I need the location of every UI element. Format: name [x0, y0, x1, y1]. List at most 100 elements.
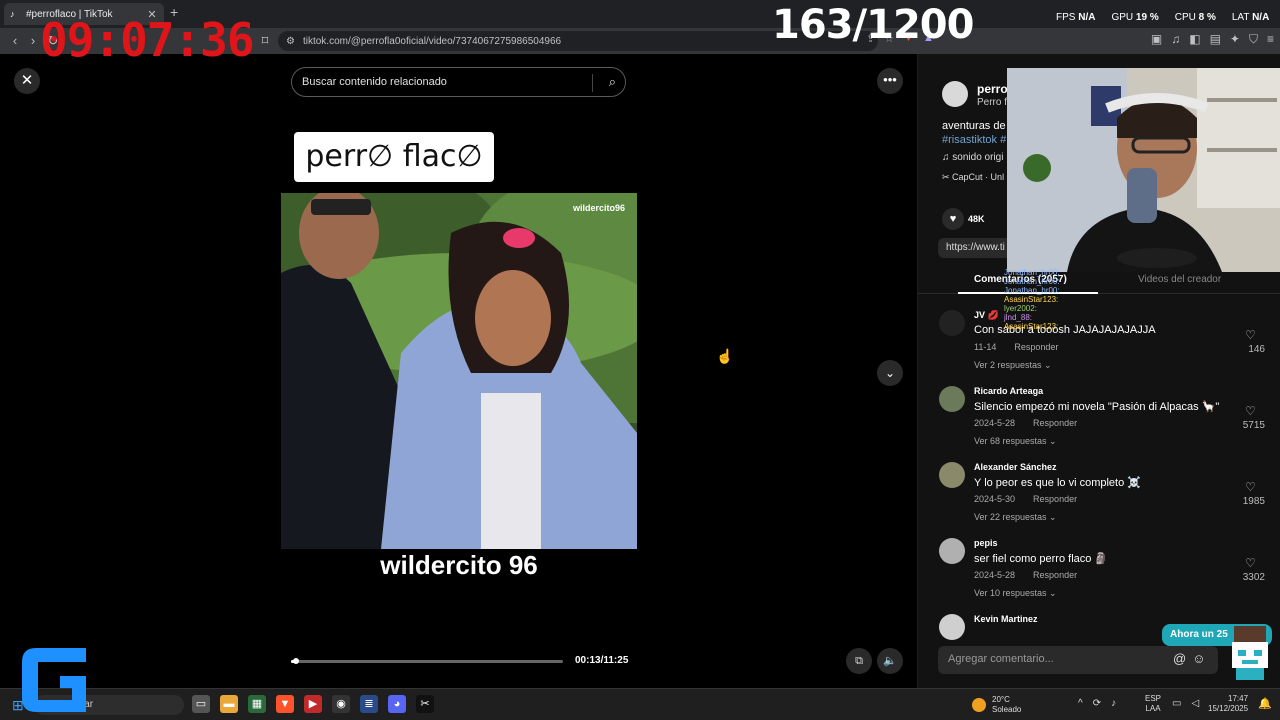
windows-taskbar: ⊞ Buscar ▭ ▬ ▦ ▼ ▶ ◉ ≣ ◕ ✂ 20°C Soleado … [0, 688, 1280, 720]
volume-button[interactable]: 🔈 [877, 648, 903, 674]
capcut-info[interactable]: ✂ CapCut · Unl [942, 172, 1004, 183]
comment-like-icon[interactable]: ♡ [1245, 480, 1256, 494]
author-subtitle: Perro fl [977, 97, 1010, 108]
commenter-avatar[interactable] [939, 538, 965, 564]
mouse-cursor-icon: ☝ [716, 348, 734, 364]
brave-browser-icon[interactable]: ▼ [276, 695, 294, 713]
sidebar-icon[interactable]: ◧ [1189, 32, 1200, 47]
like-action[interactable]: ♥ 48K [942, 208, 985, 230]
comment-meta: 2024-5-30 Responder [974, 494, 1095, 504]
sound-info[interactable]: ♫ sonido origi [942, 152, 1003, 163]
comment-text: Silencio empezó mi novela "Pasión di Alp… [974, 401, 1220, 413]
back-icon[interactable]: ‹ [6, 32, 24, 50]
cpu-stat: CPU 8 % [1174, 12, 1216, 23]
url-text: tiktok.com/@perrofla0oficial/video/73740… [302, 35, 562, 47]
notepad-icon[interactable]: ≣ [360, 695, 378, 713]
video-player[interactable]: Buscar contenido relacionado ⌕ perr∅ fla… [281, 54, 637, 688]
network-icon[interactable]: ▭ [1172, 698, 1181, 709]
video-app-icon[interactable]: ▶ [304, 695, 322, 713]
task-view-icon[interactable]: ▭ [192, 695, 210, 713]
commenter-name[interactable]: Kevin Martinez [974, 614, 1038, 624]
search-icon[interactable]: ⌕ [609, 74, 616, 90]
view-replies-link[interactable]: Ver 10 respuestas ⌄ [974, 588, 1057, 599]
wallet-icon[interactable]: ▤ [1210, 32, 1221, 47]
comment-text: ser fiel como perro flaco 🗿 [974, 553, 1109, 565]
heart-icon[interactable]: ♥ [942, 208, 964, 230]
video-watermark: wildercito96 [572, 203, 625, 213]
weather-widget[interactable]: 20°C Soleado [972, 695, 1021, 715]
comment-like-icon[interactable]: ♡ [1245, 404, 1256, 418]
commenter-name[interactable]: JV 💋 [974, 310, 999, 321]
system-clock[interactable]: 17:47 15/12/2025 [1208, 694, 1248, 714]
author-avatar[interactable] [942, 81, 968, 107]
screenshot-icon[interactable]: ▣ [1151, 32, 1162, 47]
author-name[interactable]: perro [977, 82, 1008, 96]
stream-chat-overlay: Jonathan_hr00: Jonathan_hr00: Jonathan_hr0… [1004, 268, 1104, 331]
tray-chevron-icon[interactable]: ^ [1078, 698, 1083, 709]
taskbar-apps: ▭ ▬ ▦ ▼ ▶ ◉ ≣ ◕ ✂ [192, 695, 434, 713]
clock-date: 15/12/2025 [1208, 704, 1249, 713]
capcut-icon[interactable]: ✂ [416, 695, 434, 713]
menu-icon[interactable]: ≡ [1267, 32, 1274, 47]
progress-bar[interactable] [291, 658, 563, 664]
tray-sync-icon[interactable]: ⟳ [1093, 698, 1101, 709]
store-icon[interactable]: ▦ [248, 695, 266, 713]
video-frame[interactable]: wildercito96 [281, 193, 637, 549]
language-indicator[interactable]: ESP LAA [1145, 694, 1161, 714]
miniplayer-button[interactable]: ⧉ [846, 648, 872, 674]
reply-link[interactable]: Responder [1033, 418, 1077, 428]
comment-input-actions: @ ☺ [1173, 651, 1205, 666]
tab-creator-videos[interactable]: Videos del creador [1138, 274, 1221, 285]
vpn-icon[interactable]: ⛉ [1249, 32, 1258, 47]
hashtags[interactable]: #risastiktok # [942, 134, 1006, 146]
commenter-name[interactable]: Alexander Sánchez [974, 462, 1057, 472]
reply-link[interactable]: Responder [1014, 342, 1058, 352]
next-video-button[interactable]: ⌄ [877, 360, 903, 386]
sun-icon [972, 698, 986, 712]
volume-icon[interactable]: ◁ [1191, 698, 1199, 709]
view-replies-link[interactable]: Ver 22 respuestas ⌄ [974, 512, 1057, 523]
comment-like-count: 146 [1248, 344, 1265, 355]
tray-mic-icon[interactable]: ♪ [1111, 698, 1116, 709]
commenter-avatar[interactable] [939, 462, 965, 488]
goal-counter: 163/1200 [772, 2, 974, 48]
mention-icon[interactable]: @ [1173, 651, 1186, 666]
progress-handle[interactable] [293, 658, 300, 664]
gaming-logo-icon [22, 648, 86, 712]
related-search-input[interactable]: Buscar contenido relacionado ⌕ [291, 67, 626, 97]
reply-link[interactable]: Responder [1033, 494, 1077, 504]
site-info-icon[interactable]: ⚙ [286, 36, 295, 47]
view-replies-link[interactable]: Ver 2 respuestas ⌄ [974, 360, 1052, 371]
more-options-button[interactable]: ••• [877, 68, 903, 94]
clock-time: 17:47 [1228, 694, 1249, 703]
like-count: 48K [968, 214, 985, 224]
comment-date: 2024-5-28 [974, 570, 1016, 580]
comment-text: Y lo peor es que lo vi completo ☠️ [974, 477, 1141, 489]
commenter-avatar[interactable] [939, 386, 965, 412]
pixel-mascot-icon [1232, 626, 1268, 680]
ai-icon[interactable]: ✦ [1230, 32, 1240, 47]
chat-message: Jonathan_hr00: [1004, 277, 1060, 286]
music-icon[interactable]: ♫ [1171, 32, 1180, 47]
commenter-avatar[interactable] [939, 310, 965, 336]
discord-icon[interactable]: ◕ [388, 695, 406, 713]
tiktok-icon: ♪ [10, 9, 15, 19]
comment-like-icon[interactable]: ♡ [1245, 556, 1256, 570]
commenter-name[interactable]: pepis [974, 538, 998, 548]
reply-link[interactable]: Responder [1033, 570, 1077, 580]
comment-like-icon[interactable]: ♡ [1245, 328, 1256, 342]
view-replies-link[interactable]: Ver 68 respuestas ⌄ [974, 436, 1057, 447]
performance-overlay: FPS N/A GPU 19 % CPU 8 % LAT N/A [1056, 12, 1269, 23]
commenter-avatar[interactable] [939, 614, 965, 640]
tray-right: ▭ ◁ [1172, 698, 1199, 709]
chat-message: lyer2002: [1004, 304, 1037, 313]
file-explorer-icon[interactable]: ▬ [220, 695, 238, 713]
notification-bell-icon[interactable]: 🔔 [1258, 697, 1272, 710]
obs-icon[interactable]: ◉ [332, 695, 350, 713]
close-video-button[interactable]: ✕ [14, 68, 40, 94]
comment-meta: 2024-5-28 Responder [974, 418, 1095, 428]
bookmark-icon[interactable]: ⌑ [256, 32, 274, 50]
commenter-name[interactable]: Ricardo Arteaga [974, 386, 1043, 396]
emoji-icon[interactable]: ☺ [1192, 651, 1205, 666]
comment-like-count: 3302 [1242, 572, 1265, 583]
